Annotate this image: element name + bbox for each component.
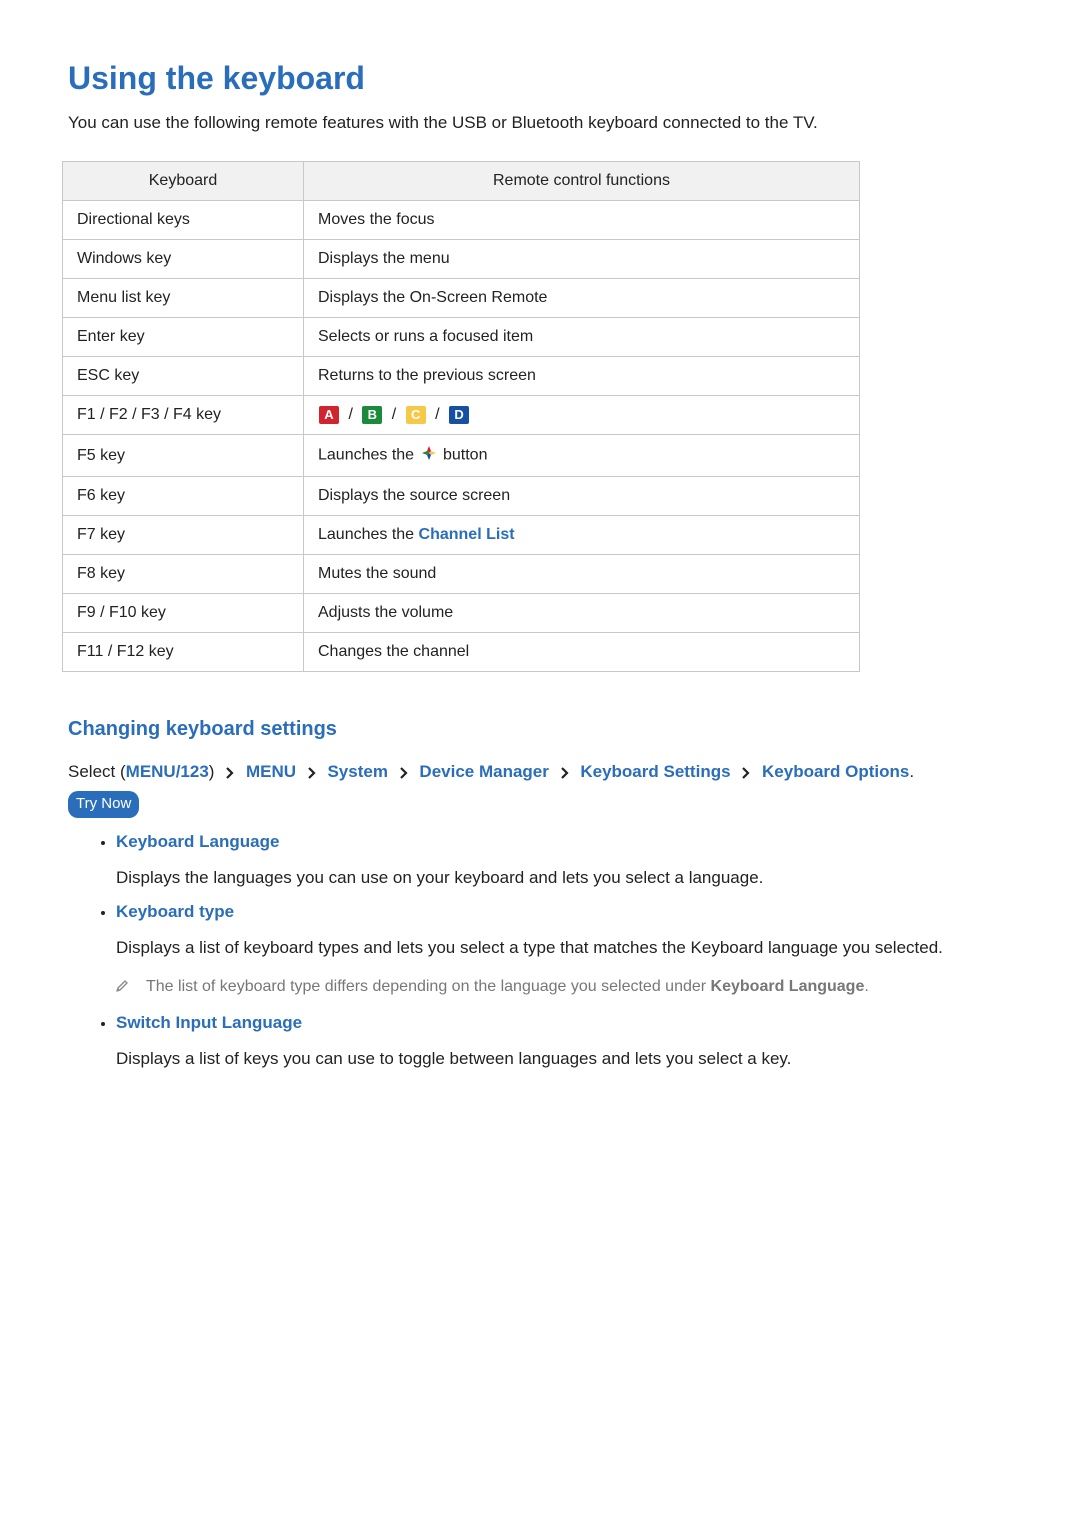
cell-func: Changes the channel	[304, 633, 860, 672]
cell-key: ESC key	[63, 356, 304, 395]
path-device-manager: Device Manager	[419, 762, 548, 781]
cell-key: Enter key	[63, 317, 304, 356]
chevron-right-icon	[560, 767, 570, 779]
path-menu123: MENU/123	[126, 762, 209, 781]
table-header-keyboard: Keyboard	[63, 161, 304, 200]
note-text-prefix: The list of keyboard type differs depend…	[146, 978, 711, 995]
table-row: Windows key Displays the menu	[63, 239, 860, 278]
cell-func-color-buttons: A / B / C / D	[304, 395, 860, 434]
separator: /	[435, 406, 444, 423]
try-now-badge[interactable]: Try Now	[68, 791, 139, 819]
table-row: F5 key Launches the button	[63, 435, 860, 477]
option-title: Switch Input Language	[116, 1013, 302, 1032]
cell-key: F1 / F2 / F3 / F4 key	[63, 395, 304, 434]
option-keyboard-language: Keyboard Language Displays the languages…	[116, 832, 1012, 890]
table-row: F7 key Launches the Channel List	[63, 516, 860, 555]
option-keyboard-type: Keyboard type Displays a list of keyboar…	[116, 902, 1012, 1001]
cell-key: F7 key	[63, 516, 304, 555]
path-system: System	[327, 762, 387, 781]
paren-close: )	[209, 762, 215, 781]
table-row: ESC key Returns to the previous screen	[63, 356, 860, 395]
cell-func: Returns to the previous screen	[304, 356, 860, 395]
cell-func: Launches the button	[304, 435, 860, 477]
option-desc: Displays a list of keys you can use to t…	[116, 1047, 1012, 1071]
table-row: Menu list key Displays the On-Screen Rem…	[63, 278, 860, 317]
option-desc: Displays a list of keyboard types and le…	[116, 936, 1012, 960]
path-prefix: Select	[68, 762, 120, 781]
chevron-right-icon	[307, 767, 317, 779]
table-row: Directional keys Moves the focus	[63, 200, 860, 239]
color-button-b-icon: B	[362, 406, 382, 424]
cell-key: F11 / F12 key	[63, 633, 304, 672]
table-row: F11 / F12 key Changes the channel	[63, 633, 860, 672]
color-button-a-icon: A	[319, 406, 339, 424]
cell-key: Windows key	[63, 239, 304, 278]
cell-func: Mutes the sound	[304, 555, 860, 594]
menu-path: Select (MENU/123) MENU System Device Man…	[68, 759, 1012, 818]
table-row: F9 / F10 key Adjusts the volume	[63, 594, 860, 633]
path-menu: MENU	[246, 762, 296, 781]
color-button-d-icon: D	[449, 406, 469, 424]
cell-key: F8 key	[63, 555, 304, 594]
option-desc: Displays the languages you can use on yo…	[116, 866, 1012, 890]
note-text-suffix: .	[864, 978, 868, 995]
option-title: Keyboard type	[116, 902, 234, 921]
option-switch-input-language: Switch Input Language Displays a list of…	[116, 1013, 1012, 1071]
table-row: F6 key Displays the source screen	[63, 477, 860, 516]
cell-key: Menu list key	[63, 278, 304, 317]
separator: /	[348, 406, 357, 423]
option-title: Keyboard Language	[116, 832, 279, 851]
table-row: F8 key Mutes the sound	[63, 555, 860, 594]
page-title: Using the keyboard	[68, 60, 1012, 97]
note-text-strong: Keyboard Language	[711, 978, 865, 995]
separator: /	[392, 406, 401, 423]
intro-text: You can use the following remote feature…	[68, 111, 1012, 135]
chevron-right-icon	[741, 767, 751, 779]
path-keyboard-options: Keyboard Options	[762, 762, 909, 781]
path-period: .	[909, 762, 914, 781]
cell-key: F6 key	[63, 477, 304, 516]
path-keyboard-settings: Keyboard Settings	[580, 762, 730, 781]
table-row: Enter key Selects or runs a focused item	[63, 317, 860, 356]
text-prefix: Launches the	[318, 447, 419, 464]
subheading-changing-settings: Changing keyboard settings	[68, 718, 1012, 741]
cell-key: Directional keys	[63, 200, 304, 239]
text-suffix: button	[443, 447, 487, 464]
text-prefix: Launches the	[318, 526, 419, 543]
cell-func: Displays the menu	[304, 239, 860, 278]
color-button-c-icon: C	[406, 406, 426, 424]
cell-func: Launches the Channel List	[304, 516, 860, 555]
note: The list of keyboard type differs depend…	[114, 976, 1012, 1001]
chevron-right-icon	[399, 767, 409, 779]
cell-key: F9 / F10 key	[63, 594, 304, 633]
cell-func: Adjusts the volume	[304, 594, 860, 633]
cell-func: Selects or runs a focused item	[304, 317, 860, 356]
table-header-functions: Remote control functions	[304, 161, 860, 200]
keyboard-mapping-table: Keyboard Remote control functions Direct…	[62, 161, 860, 672]
cell-func: Moves the focus	[304, 200, 860, 239]
table-row: F1 / F2 / F3 / F4 key A / B / C / D	[63, 395, 860, 434]
cell-key: F5 key	[63, 435, 304, 477]
cell-func: Displays the On-Screen Remote	[304, 278, 860, 317]
pencil-icon	[114, 978, 130, 1001]
cell-func: Displays the source screen	[304, 477, 860, 516]
channel-list-link: Channel List	[419, 526, 515, 543]
chevron-right-icon	[225, 767, 235, 779]
smart-hub-icon	[421, 445, 437, 466]
